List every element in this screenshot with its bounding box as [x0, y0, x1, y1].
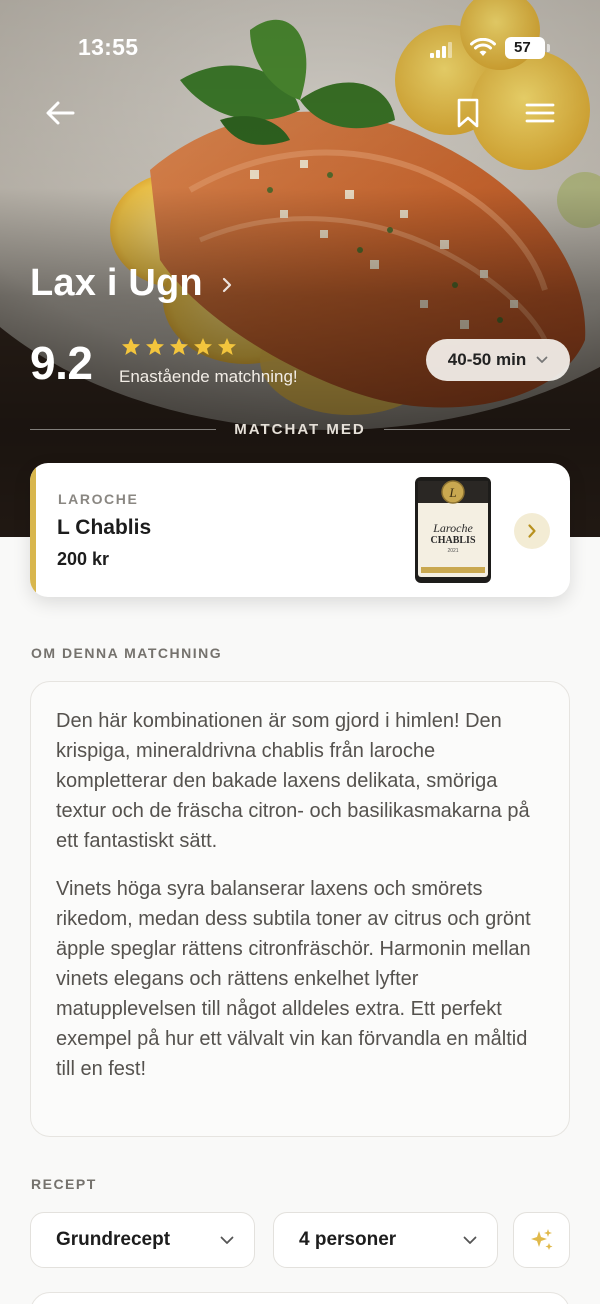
- about-matching-box: Den här kombinationen är som gjord i him…: [30, 681, 570, 1137]
- star-icon: [170, 338, 188, 355]
- bookmark-icon: [457, 98, 479, 128]
- signal-icon: [430, 42, 452, 58]
- matched-with-divider: MATCHAT MED: [30, 418, 570, 440]
- about-heading: OM DENNA MATCHNING: [31, 645, 223, 661]
- about-paragraph: Den här kombinationen är som gjord i him…: [56, 710, 530, 852]
- back-arrow-icon: [46, 101, 75, 125]
- star-icon: [146, 338, 164, 355]
- star-icon: [218, 338, 236, 355]
- recipe-title-link[interactable]: Lax i Ugn: [30, 262, 233, 305]
- wine-bottle-image: L Laroche CHABLIS 2021: [415, 477, 491, 583]
- bottle-label-year: 2021: [447, 548, 458, 554]
- bookmark-button[interactable]: [446, 91, 490, 135]
- wine-producer: LAROCHE: [58, 491, 139, 507]
- chevron-down-icon: [463, 1236, 477, 1244]
- recipe-heading: RECEPT: [31, 1176, 97, 1192]
- wifi-icon: [470, 38, 496, 56]
- match-quality-label: Enastående matchning!: [119, 367, 298, 386]
- star-icon: [194, 338, 212, 355]
- matched-with-label: MATCHAT MED: [234, 420, 366, 438]
- divider-line: [30, 428, 217, 430]
- chevron-down-icon: [220, 1236, 234, 1244]
- wine-card[interactable]: LAROCHE L Chablis 200 kr L Laroche CHABL…: [30, 463, 570, 597]
- cook-time-dropdown[interactable]: 40-50 min: [426, 339, 570, 381]
- wine-price: 200 kr: [57, 549, 110, 569]
- ai-sparkle-button[interactable]: [513, 1212, 570, 1268]
- about-paragraph: Vinets höga syra balanserar laxens och s…: [56, 878, 531, 1080]
- wine-open-button[interactable]: [514, 513, 550, 549]
- match-score: 9.2: [30, 337, 93, 389]
- chevron-right-icon: [528, 524, 536, 538]
- menu-button[interactable]: [518, 91, 562, 135]
- back-button[interactable]: [38, 91, 82, 135]
- svg-text:L: L: [448, 485, 456, 500]
- star-icon: [122, 338, 140, 355]
- wine-name: L Chablis: [57, 516, 152, 539]
- wine-card-accent: [30, 463, 36, 597]
- recipe-variant-select[interactable]: Grundrecept: [30, 1212, 255, 1268]
- divider-line: [383, 428, 570, 430]
- bottle-label-script: Laroche: [432, 521, 473, 535]
- status-bar: 13:55 57: [0, 34, 600, 64]
- recipe-variant-value: Grundrecept: [56, 1229, 171, 1250]
- servings-select[interactable]: 4 personer: [273, 1212, 498, 1268]
- sparkle-icon: [530, 1229, 552, 1250]
- chevron-right-icon: [222, 277, 231, 292]
- chevron-down-icon: [536, 356, 548, 363]
- status-time: 13:55: [78, 34, 139, 60]
- recipe-title: Lax i Ugn: [30, 262, 203, 304]
- menu-icon: [525, 103, 555, 123]
- bottle-label-title: CHABLIS: [430, 535, 475, 546]
- recipe-content-card: [30, 1292, 570, 1304]
- cook-time-label: 40-50 min: [447, 350, 527, 369]
- battery-icon: 57: [505, 37, 550, 59]
- rating-stars: [121, 337, 237, 357]
- servings-value: 4 personer: [299, 1229, 397, 1250]
